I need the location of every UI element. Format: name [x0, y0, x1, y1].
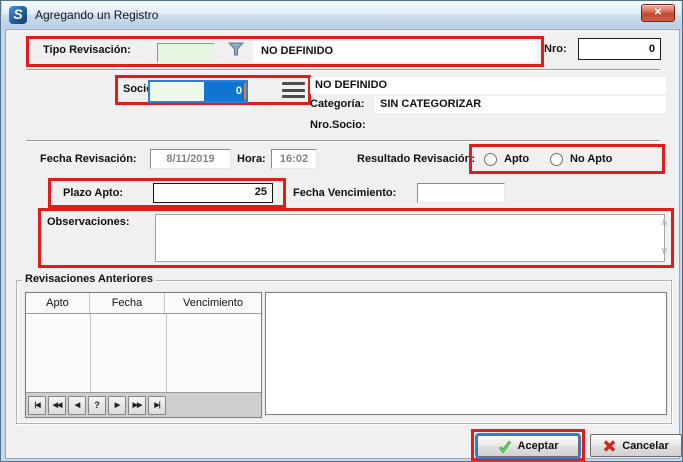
radio-no-apto[interactable]: [550, 153, 563, 166]
plazo-apto-label: Plazo Apto:: [63, 187, 123, 199]
hora-input[interactable]: 16:02: [271, 149, 317, 169]
hamburger-menu-icon[interactable]: [282, 82, 305, 98]
radio-no-apto-label: No Apto: [570, 153, 612, 165]
annotation-socio: Socio: 0: [115, 75, 311, 105]
record-navigator: |◀ ◀◀ ◀ ? ▶ ▶▶ ▶|: [26, 392, 261, 417]
window-title: Agregando un Registro: [35, 8, 158, 22]
check-icon: [498, 440, 512, 453]
annotation-resultado: Apto No Apto: [469, 144, 665, 174]
plazo-apto-input[interactable]: 25: [153, 183, 273, 203]
nro-input[interactable]: 0: [578, 38, 661, 60]
radio-apto[interactable]: [484, 153, 497, 166]
categoria-label: Categoría:: [310, 98, 364, 110]
historial-table-body: [26, 314, 261, 392]
nav-search-button[interactable]: ?: [88, 396, 106, 415]
categoria-display: SIN CATEGORIZAR: [375, 96, 666, 113]
resultado-revisacion-label: Resultado Revisación:: [357, 153, 475, 165]
divider: [26, 69, 660, 71]
column-header-fecha: Fecha: [90, 293, 165, 313]
fecha-revisacion-label: Fecha Revisación:: [40, 153, 137, 165]
text-caret: [244, 83, 246, 100]
nav-next-button[interactable]: ▶: [108, 396, 126, 415]
nav-first-button[interactable]: |◀: [28, 396, 46, 415]
nro-socio-label: Nro.Socio:: [310, 119, 366, 131]
nav-prior-page-button[interactable]: ◀◀: [48, 396, 66, 415]
observaciones-label: Observaciones:: [47, 216, 130, 228]
hora-label: Hora:: [237, 153, 266, 165]
scroll-down-icon[interactable]: ∨: [661, 247, 668, 257]
close-icon[interactable]: ✕: [641, 4, 675, 22]
annotation-observaciones: Observaciones: ∧ ∨: [38, 208, 674, 268]
revisaciones-anteriores-title: Revisaciones Anteriores: [22, 273, 156, 285]
accept-button[interactable]: Aceptar: [477, 435, 579, 457]
nro-label: Nro:: [544, 43, 567, 55]
fecha-vencimiento-label: Fecha Vencimiento:: [293, 187, 396, 199]
nav-prior-button[interactable]: ◀: [68, 396, 86, 415]
socio-name-display: NO DEFINIDO: [310, 77, 666, 94]
socio-input-selection: 0: [204, 82, 246, 101]
historial-detail-panel: [265, 292, 667, 415]
radio-apto-label: Apto: [504, 153, 529, 165]
nav-last-button[interactable]: ▶|: [148, 396, 166, 415]
tipo-revisacion-display: NO DEFINIDO: [253, 41, 537, 62]
annotation-plazo-apto: Plazo Apto: 25: [48, 178, 286, 208]
app-logo-icon: S: [9, 6, 27, 24]
revisaciones-anteriores-group: Apto Fecha Vencimiento |◀ ◀◀ ◀ ? ▶ ▶▶ ▶|: [16, 280, 672, 424]
socio-input[interactable]: 0: [148, 80, 248, 103]
dialog-client-area: Tipo Revisación: NO DEFINIDO Nro: 0 Soci…: [5, 29, 680, 459]
fecha-vencimiento-input[interactable]: [417, 183, 505, 203]
divider: [26, 140, 660, 142]
tipo-revisacion-label: Tipo Revisación:: [43, 44, 131, 56]
dialog-window: S Agregando un Registro ✕ Tipo Revisació…: [0, 0, 683, 462]
cancel-button-label: Cancelar: [622, 440, 668, 452]
tipo-revisacion-input[interactable]: [157, 43, 215, 63]
historial-table-header: Apto Fecha Vencimiento: [26, 293, 261, 314]
annotation-tipo-revisacion: Tipo Revisación: NO DEFINIDO: [26, 36, 544, 67]
fecha-revisacion-input[interactable]: 8/11/2019: [150, 149, 231, 169]
observaciones-textarea[interactable]: [155, 214, 665, 262]
nav-next-page-button[interactable]: ▶▶: [128, 396, 146, 415]
historial-table[interactable]: Apto Fecha Vencimiento |◀ ◀◀ ◀ ? ▶ ▶▶ ▶|: [25, 292, 262, 418]
x-icon: [603, 440, 616, 452]
title-bar[interactable]: S Agregando un Registro ✕: [2, 1, 681, 28]
annotation-aceptar: Aceptar: [471, 429, 585, 461]
accept-button-label: Aceptar: [518, 440, 559, 452]
cancel-button[interactable]: Cancelar: [590, 434, 682, 457]
column-header-apto: Apto: [26, 293, 90, 313]
funnel-filter-icon[interactable]: [228, 42, 244, 60]
column-header-vencimiento: Vencimiento: [165, 293, 261, 313]
scroll-up-icon[interactable]: ∧: [661, 218, 668, 228]
